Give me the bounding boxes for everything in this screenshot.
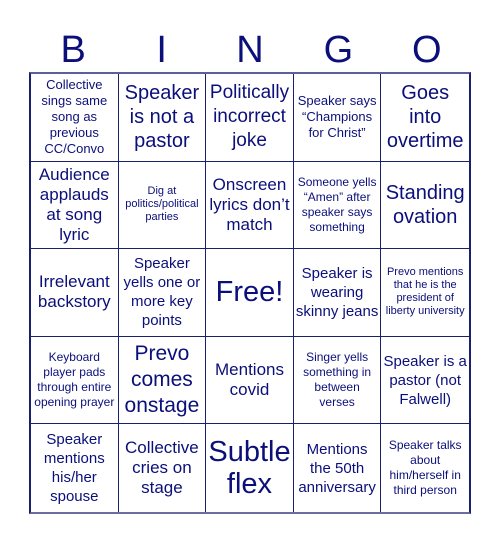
bingo-cell[interactable]: Irrelevant backstory <box>31 249 119 337</box>
bingo-cell[interactable]: Subtle flex <box>206 424 294 512</box>
bingo-cell[interactable]: Politically incorrect joke <box>206 74 294 162</box>
bingo-cell[interactable]: Collective sings same song as previous C… <box>31 74 119 162</box>
bingo-header: B I N G O <box>29 30 471 72</box>
bingo-cell[interactable]: Speaker is a pastor (not Falwell) <box>381 337 469 425</box>
bingo-cell[interactable]: Speaker is not a pastor <box>118 74 207 162</box>
free-space[interactable]: Free! <box>206 249 294 337</box>
bingo-cell[interactable]: Speaker says “Champions for Christ” <box>293 74 382 162</box>
header-letter-g: G <box>323 29 354 71</box>
bingo-board: Collective sings same song as previous C… <box>29 72 471 514</box>
header-letter-n: N <box>236 29 264 71</box>
bingo-cell[interactable]: Audience applauds at song lyric <box>31 161 119 250</box>
bingo-cell[interactable]: Collective cries on stage <box>119 424 207 512</box>
bingo-cell[interactable]: Standing ovation <box>381 162 469 250</box>
bingo-cell[interactable]: Mentions the 50th anniversary <box>294 424 382 512</box>
bingo-cell[interactable]: Singer yells something in between verses <box>293 336 382 425</box>
bingo-cell[interactable]: Speaker mentions his/her spouse <box>31 424 119 512</box>
header-letter-b: B <box>60 29 86 71</box>
header-letter-i: I <box>156 29 167 71</box>
bingo-cell[interactable]: Speaker is wearing skinny jeans <box>293 249 382 337</box>
bingo-cell[interactable]: Onscreen lyrics don’t match <box>206 161 294 250</box>
header-letter-o: O <box>412 29 442 71</box>
bingo-cell[interactable]: Prevo comes onstage <box>118 336 207 425</box>
bingo-cell[interactable]: Someone yells “Amen” after speaker says … <box>293 161 382 250</box>
bingo-cell[interactable]: Prevo mentions that he is the president … <box>381 249 469 337</box>
bingo-cell[interactable]: Mentions covid <box>206 336 294 425</box>
bingo-cell[interactable]: Keyboard player pads through entire open… <box>31 336 119 425</box>
bingo-cell[interactable]: Goes into overtime <box>381 74 469 162</box>
bingo-cell[interactable]: Speaker yells one or more key points <box>118 249 207 337</box>
bingo-cell[interactable]: Dig at politics/political parties <box>118 161 207 250</box>
bingo-cell[interactable]: Speaker talks about him/herself in third… <box>381 424 469 512</box>
